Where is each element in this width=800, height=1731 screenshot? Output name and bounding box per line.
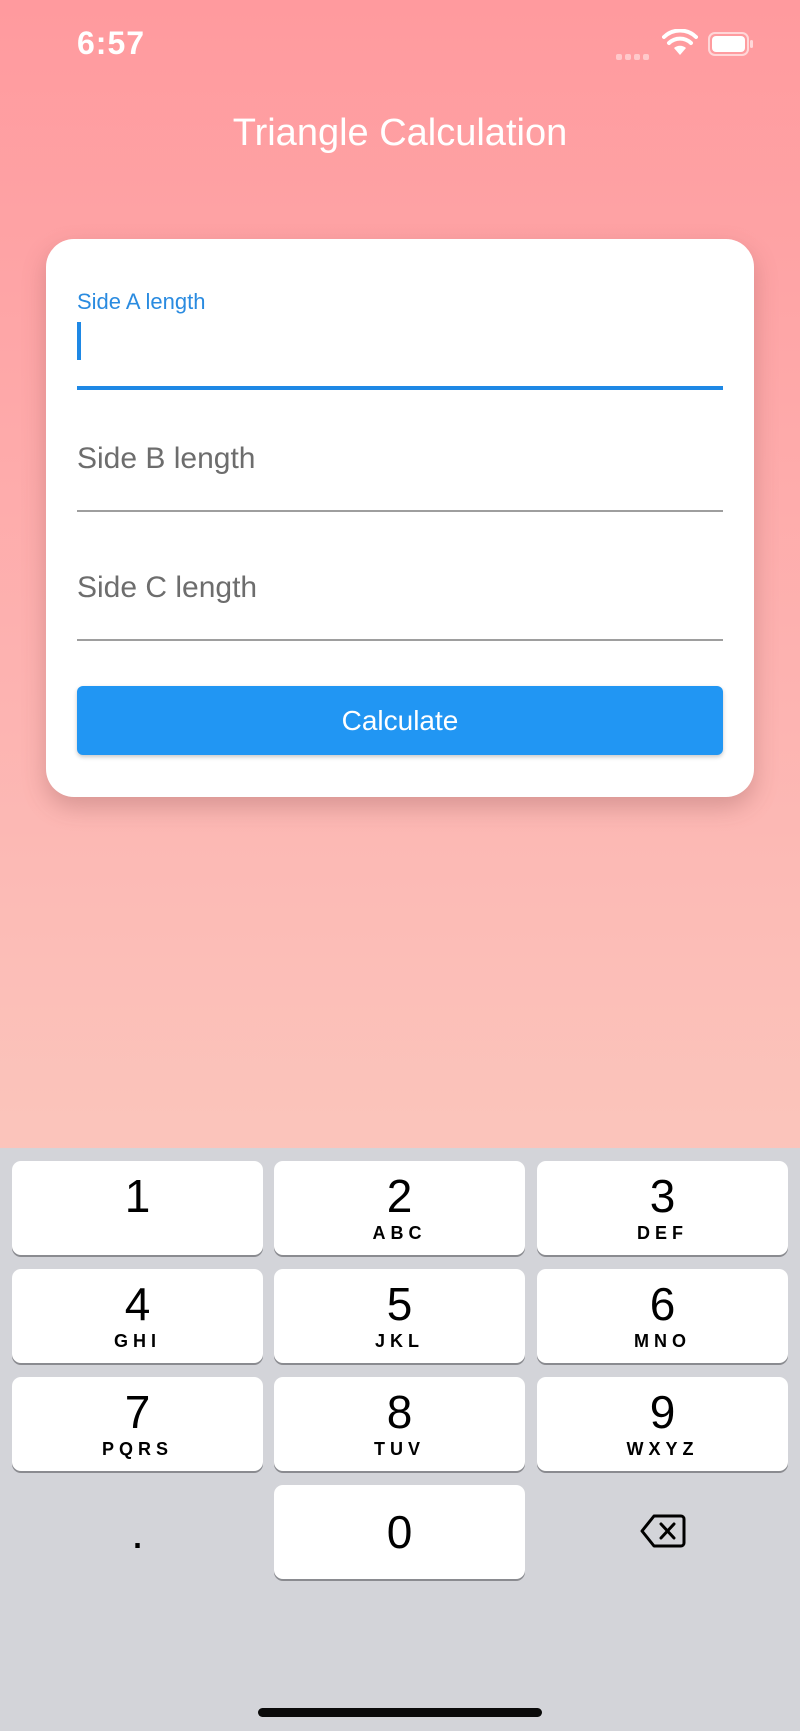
key-letters: TUV — [374, 1439, 425, 1459]
key-digit: 1 — [124, 1170, 151, 1222]
key-5[interactable]: 5 JKL — [274, 1269, 525, 1363]
status-time: 6:57 — [77, 25, 146, 61]
key-digit: . — [131, 1506, 144, 1558]
key-letters: WXYZ — [626, 1439, 699, 1459]
key-8[interactable]: 8 TUV — [274, 1377, 525, 1471]
key-digit: 7 — [124, 1386, 151, 1438]
key-letters: MNO — [634, 1331, 691, 1351]
side-c-placeholder: Side C length — [77, 571, 258, 604]
key-letters: PQRS — [101, 1439, 173, 1459]
key-1[interactable]: 1 — [12, 1161, 263, 1255]
key-digit: 2 — [386, 1170, 413, 1222]
key-3[interactable]: 3 DEF — [537, 1161, 788, 1255]
key-decimal[interactable]: . — [12, 1485, 263, 1579]
signal-icon — [616, 47, 652, 60]
side-b-field[interactable]: Side B length — [77, 424, 723, 512]
wifi-icon — [662, 29, 698, 55]
key-backspace[interactable] — [537, 1485, 788, 1579]
calculate-button[interactable]: Calculate — [77, 686, 723, 755]
side-c-field[interactable]: Side C length — [77, 553, 723, 641]
key-digit: 5 — [386, 1278, 413, 1330]
battery-icon — [708, 32, 753, 56]
key-letters: DEF — [637, 1223, 688, 1243]
key-4[interactable]: 4 GHI — [12, 1269, 263, 1363]
backspace-icon — [640, 1514, 686, 1548]
side-a-field[interactable]: Side A length — [77, 289, 723, 390]
key-2[interactable]: 2 ABC — [274, 1161, 525, 1255]
status-bar: 6:57 — [0, 0, 800, 90]
input-card: Side A length Side B length Side C lengt… — [46, 239, 754, 797]
page-title: Triangle Calculation — [232, 112, 568, 154]
side-b-placeholder: Side B length — [77, 442, 256, 475]
key-0[interactable]: 0 — [274, 1485, 525, 1579]
key-7[interactable]: 7 PQRS — [12, 1377, 263, 1471]
key-letters: ABC — [372, 1223, 427, 1243]
key-letters: JKL — [374, 1331, 424, 1351]
side-a-label: Side A length — [77, 289, 206, 314]
numeric-keyboard: 1 2 ABC 3 DEF 4 GHI 5 JKL 6 MNO 7 PQRS 8 — [0, 1148, 800, 1731]
key-digit: 3 — [649, 1170, 676, 1222]
home-indicator[interactable] — [258, 1708, 542, 1717]
app-screen: 6:57 Triangle Calculation Side A length … — [0, 0, 800, 1731]
key-6[interactable]: 6 MNO — [537, 1269, 788, 1363]
key-digit: 8 — [386, 1386, 413, 1438]
key-9[interactable]: 9 WXYZ — [537, 1377, 788, 1471]
key-digit: 4 — [124, 1278, 151, 1330]
text-cursor — [77, 322, 81, 360]
key-digit: 6 — [649, 1278, 676, 1330]
key-digit: 0 — [386, 1506, 413, 1558]
key-letters: GHI — [113, 1331, 161, 1351]
key-digit: 9 — [649, 1386, 676, 1438]
